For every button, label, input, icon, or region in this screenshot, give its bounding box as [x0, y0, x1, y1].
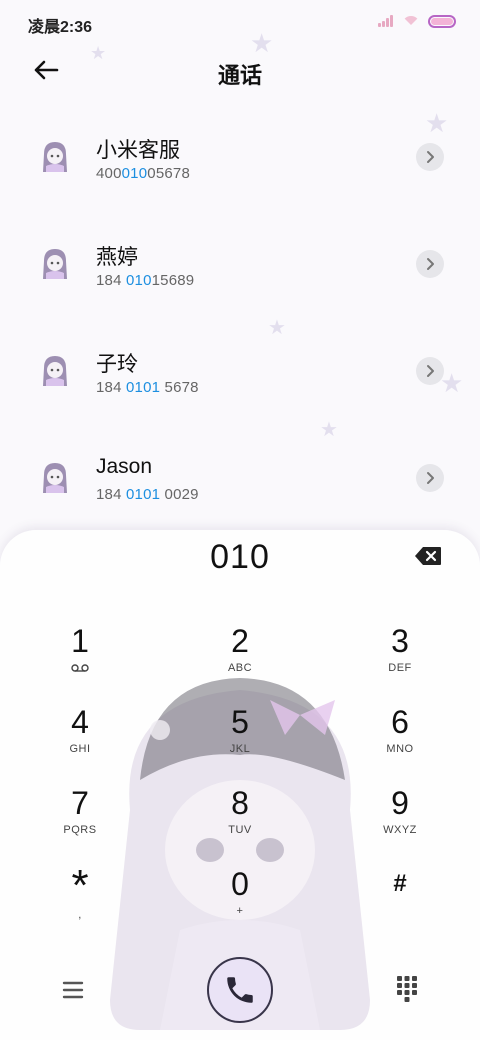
status-bar: 凌晨2:36 — [0, 0, 480, 44]
key-star[interactable]: * , — [30, 861, 130, 937]
contact-detail-button[interactable] — [416, 357, 444, 385]
key-4[interactable]: 4 GHI — [30, 703, 130, 775]
key-letters: , — [78, 909, 82, 921]
key-hash[interactable]: # — [350, 865, 450, 937]
key-9[interactable]: 9 WXYZ — [350, 784, 450, 856]
contact-item[interactable]: 小米客服 40001005678 — [0, 112, 480, 219]
key-letters: TUV — [228, 824, 252, 836]
wifi-icon — [402, 14, 420, 28]
key-letters: + — [236, 905, 244, 917]
avatar — [43, 463, 67, 493]
key-digit: 4 — [71, 704, 89, 740]
key-5[interactable]: 5 JKL — [190, 703, 290, 775]
contact-name: 小米客服 — [96, 139, 180, 162]
key-letters: JKL — [229, 743, 251, 755]
key-0[interactable]: 0 + — [190, 865, 290, 937]
dialed-number-display[interactable]: 010 — [0, 538, 480, 577]
key-1[interactable]: 1 — [30, 622, 130, 694]
contact-name: 子玲 — [96, 353, 138, 376]
contact-number: 184 0101 0029 — [96, 486, 199, 503]
key-letters: DEF — [388, 662, 412, 674]
contact-detail-button[interactable] — [416, 250, 444, 278]
key-letters: PQRS — [63, 824, 97, 836]
key-letters: ABC — [227, 662, 253, 674]
keypad-icon — [397, 976, 417, 1002]
dialer-panel: 010 1 2 ABC 3 DEF 4 GHI 5 JKL 6 MNO 7 PQ… — [0, 530, 480, 1040]
key-8[interactable]: 8 TUV — [190, 784, 290, 856]
key-digit: 0 — [231, 866, 249, 902]
contact-number: 184 01015689 — [96, 272, 195, 289]
avatar — [43, 142, 67, 172]
contact-item[interactable]: Jason 184 0101 0029 — [0, 433, 480, 540]
signal-icon — [378, 15, 394, 27]
avatar — [43, 249, 67, 279]
phone-icon — [227, 977, 253, 1003]
menu-button[interactable] — [58, 977, 88, 1003]
contact-detail-button[interactable] — [416, 143, 444, 171]
key-2[interactable]: 2 ABC — [190, 622, 290, 694]
call-button[interactable] — [207, 957, 273, 1023]
page-title: 通话 — [217, 63, 262, 88]
dialer-bottom-bar — [0, 955, 480, 1025]
contact-number: 40001005678 — [96, 165, 190, 182]
key-digit: * — [71, 861, 89, 910]
key-3[interactable]: 3 DEF — [350, 622, 450, 694]
header: 通话 — [0, 44, 480, 100]
key-letters: WXYZ — [383, 824, 417, 836]
contact-name: 燕婷 — [96, 246, 138, 269]
key-digit: 5 — [231, 704, 249, 740]
key-6[interactable]: 6 MNO — [350, 703, 450, 775]
contact-item[interactable]: 子玲 184 0101 5678 — [0, 326, 480, 433]
chevron-right-icon — [427, 151, 434, 163]
key-letters: MNO — [386, 743, 414, 755]
key-digit: 9 — [391, 785, 409, 821]
key-digit: 3 — [391, 623, 409, 659]
contact-name: Jason — [96, 455, 153, 478]
backspace-icon — [415, 547, 441, 565]
contact-number: 184 0101 5678 — [96, 379, 199, 396]
chevron-right-icon — [427, 258, 434, 270]
battery-icon — [428, 14, 456, 28]
chevron-right-icon — [427, 472, 434, 484]
key-digit: # — [393, 870, 407, 897]
key-digit: 8 — [231, 785, 249, 821]
keypad-toggle-button[interactable] — [396, 975, 418, 1003]
menu-icon — [62, 981, 84, 999]
avatar — [43, 356, 67, 386]
backspace-button[interactable] — [414, 546, 442, 566]
contact-detail-button[interactable] — [416, 464, 444, 492]
key-digit: 1 — [71, 623, 89, 659]
contact-list: 小米客服 40001005678 燕婷 184 01015689 子玲 184 … — [0, 112, 480, 540]
status-time: 凌晨2:36 — [28, 19, 93, 36]
key-digit: 2 — [231, 623, 249, 659]
voicemail-icon — [71, 664, 89, 672]
key-letters: GHI — [69, 743, 91, 755]
key-digit: 7 — [71, 785, 89, 821]
key-7[interactable]: 7 PQRS — [30, 784, 130, 856]
contact-item[interactable]: 燕婷 184 01015689 — [0, 219, 480, 326]
key-digit: 6 — [391, 704, 409, 740]
chevron-right-icon — [427, 365, 434, 377]
status-icons — [378, 14, 456, 28]
